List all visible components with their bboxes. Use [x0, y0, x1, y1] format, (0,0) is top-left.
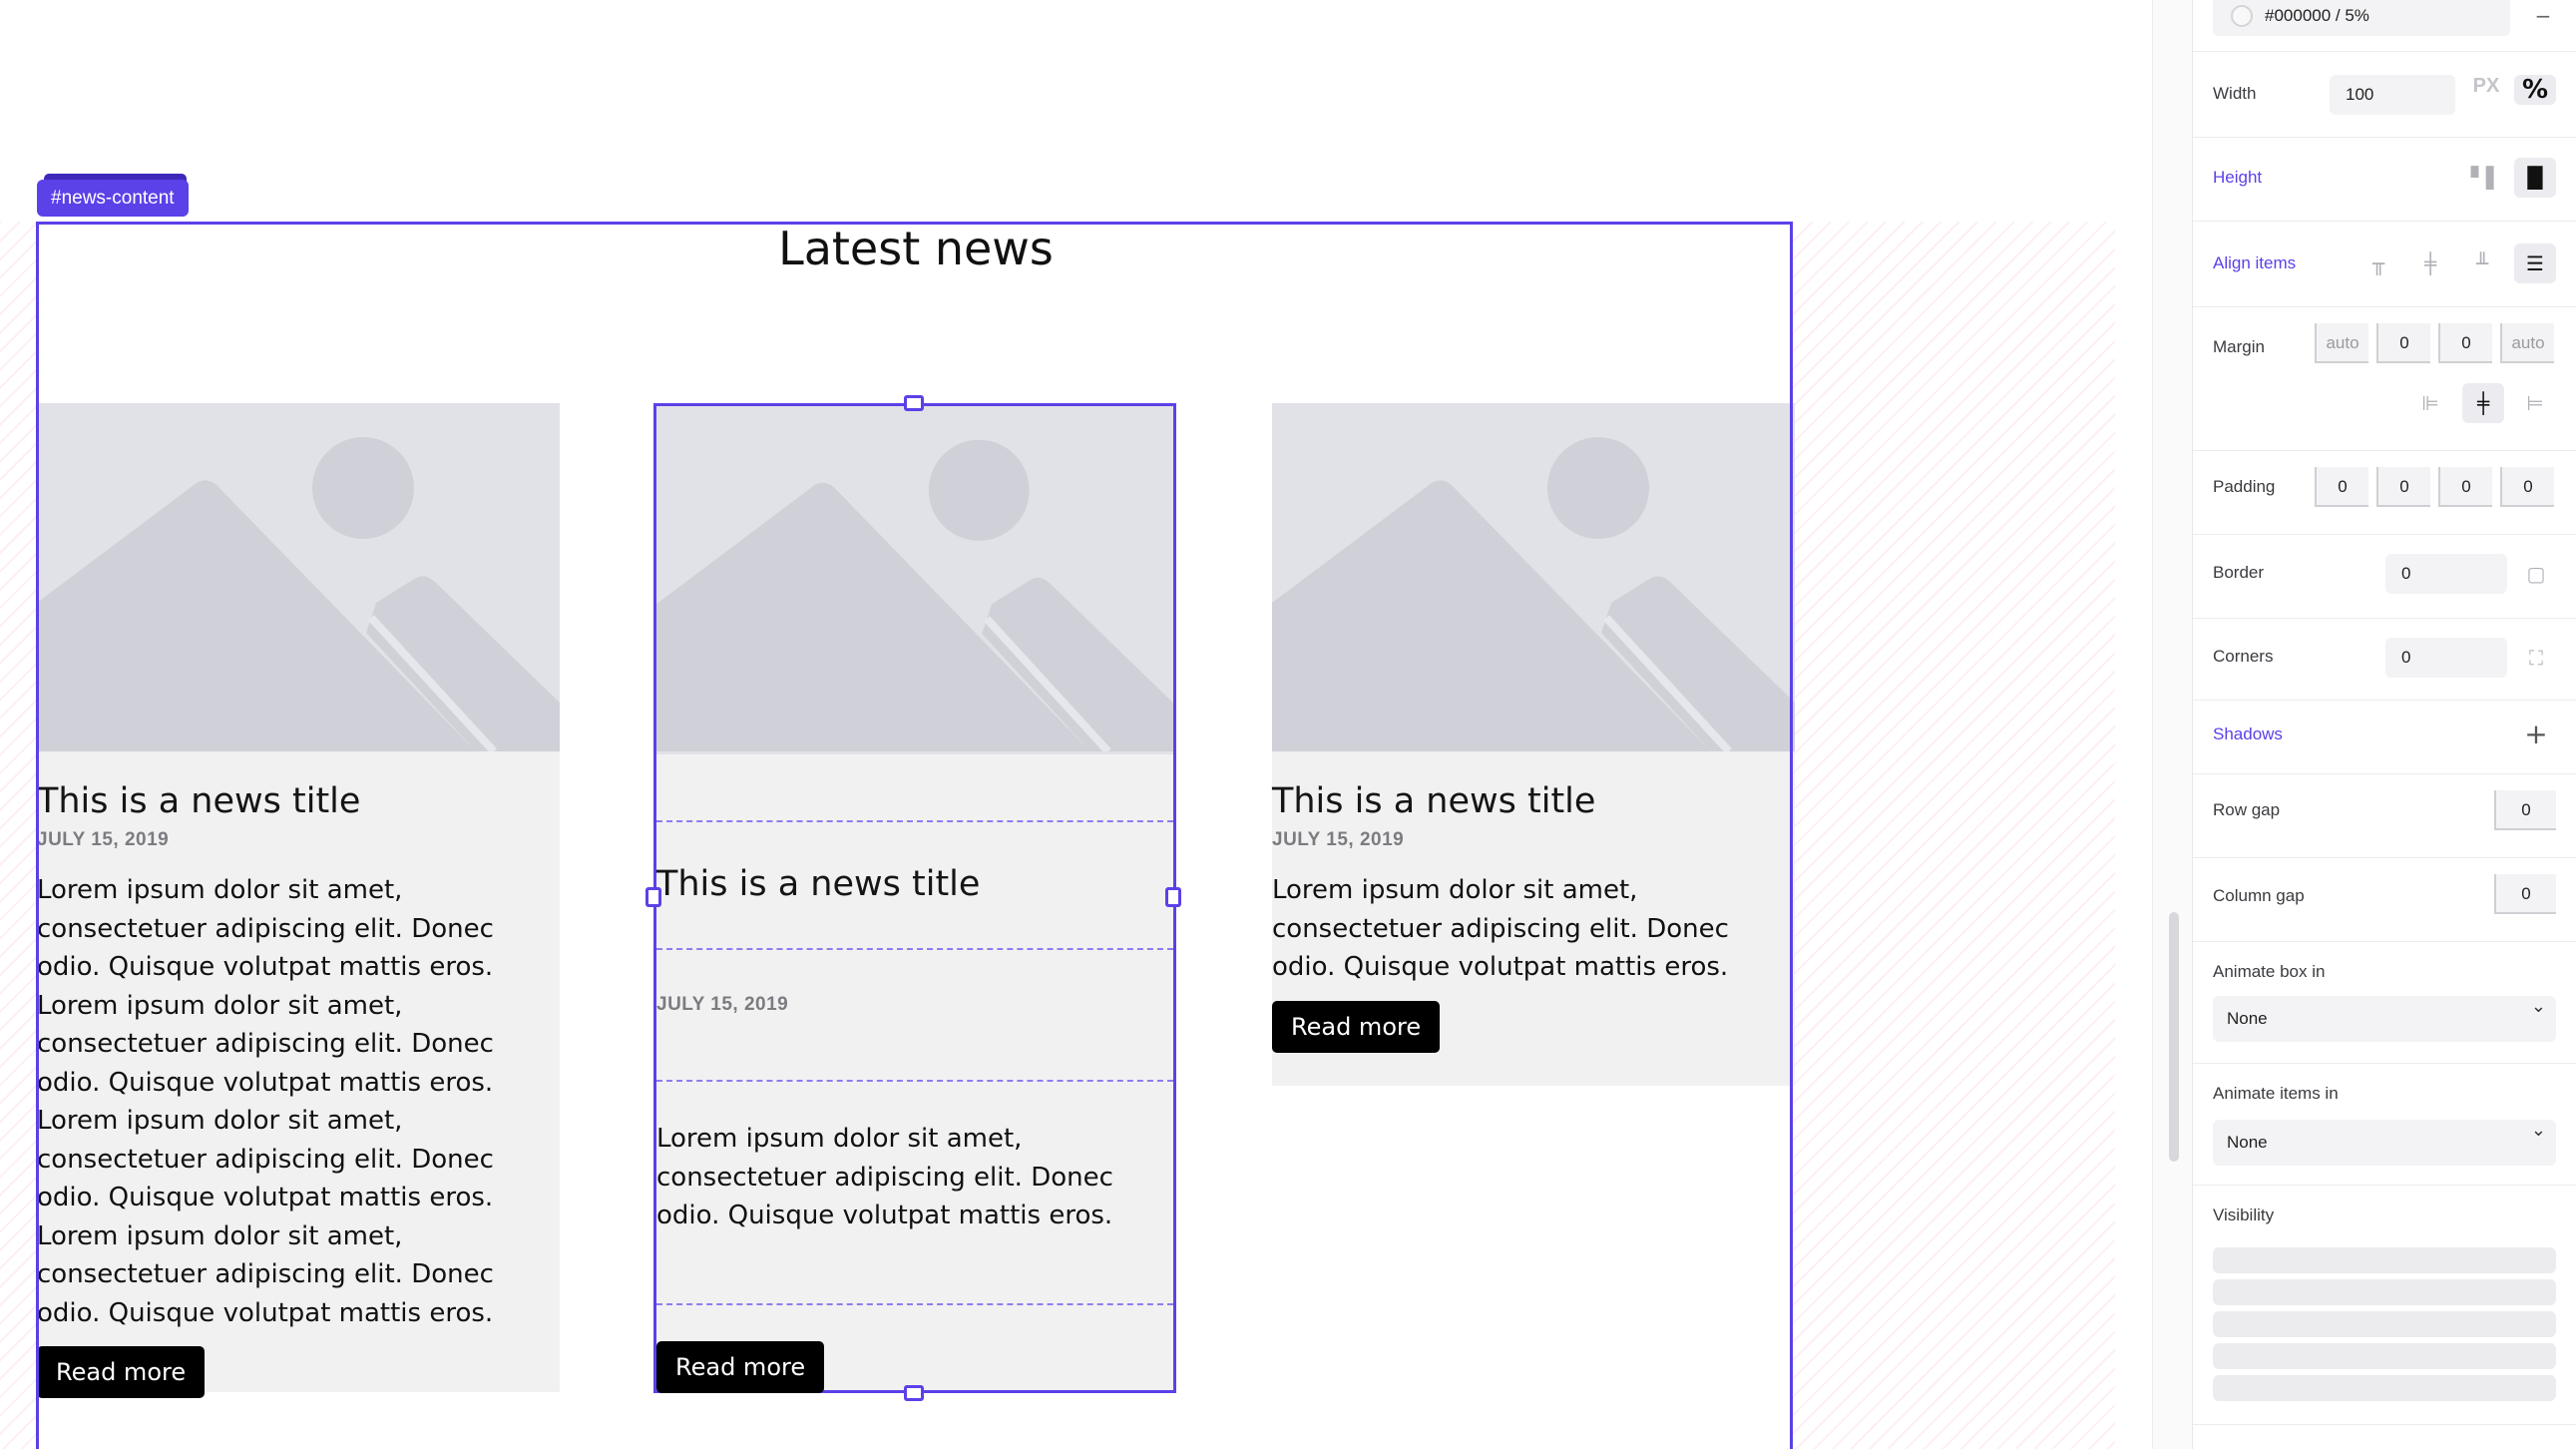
margin-bottom-input[interactable]: 0 [2438, 323, 2492, 363]
background-color-field[interactable]: #000000 / 5% [2213, 0, 2510, 36]
scrollbar-thumb[interactable] [2169, 912, 2179, 1162]
section-margin-hatch-left [0, 222, 36, 1449]
height-row: Height ▘▌ ▐▌ [2193, 138, 2576, 222]
align-bottom-icon[interactable]: ╨ [2462, 243, 2502, 283]
visibility-option-placeholder [2213, 1279, 2556, 1305]
visibility-label: Visibility [2213, 1206, 2275, 1224]
visibility-option-placeholder [2213, 1311, 2556, 1337]
width-input[interactable]: 100 [2330, 75, 2455, 115]
column-gap-input[interactable]: 0 [2494, 874, 2556, 914]
animate-items-label: Animate items in [2213, 1084, 2339, 1103]
height-label: Height [2213, 168, 2263, 187]
corners-row: Corners 0 ⛶ [2193, 619, 2576, 701]
shadows-label: Shadows [2213, 724, 2283, 743]
margin-left-input[interactable]: auto [2315, 323, 2368, 363]
margin-row: Margin auto 0 0 auto ⊫ ╪ ⊨ [2193, 307, 2576, 451]
padding-label: Padding [2213, 477, 2276, 496]
background-color-value: #000000 / 5% [2265, 6, 2369, 25]
design-canvas[interactable]: #news-content Latest news This is a news… [0, 0, 2152, 1449]
animate-box-label: Animate box in [2213, 962, 2326, 981]
column-gap-label: Column gap [2213, 886, 2305, 905]
animate-items-select[interactable]: None ⌄ [2213, 1120, 2556, 1166]
margin-right-input[interactable]: auto [2500, 323, 2554, 363]
padding-right-input[interactable]: 0 [2376, 467, 2430, 507]
align-self-center-icon[interactable]: ╪ [2462, 383, 2504, 423]
chevron-down-icon: ⌄ [2530, 996, 2546, 1017]
visibility-option-placeholder [2213, 1247, 2556, 1273]
unit-px-toggle[interactable]: PX [2466, 75, 2506, 98]
align-self-right-icon[interactable]: ⊨ [2514, 383, 2556, 423]
padding-row: Padding 0 0 0 0 [2193, 451, 2576, 535]
color-swatch-icon [2231, 5, 2253, 27]
padding-bottom-input[interactable]: 0 [2438, 467, 2492, 507]
border-input[interactable]: 0 [2385, 554, 2507, 594]
align-items-row: Align items ╥ ╪ ╨ ☰ [2193, 222, 2576, 307]
align-stretch-icon[interactable]: ☰ [2514, 243, 2556, 283]
align-items-label: Align items [2213, 253, 2297, 272]
align-top-icon[interactable]: ╥ [2359, 243, 2398, 283]
animate-items-value: None [2227, 1133, 2268, 1152]
visibility-option-placeholder [2213, 1375, 2556, 1401]
section-selection-frame [36, 222, 1793, 1449]
border-label: Border [2213, 563, 2265, 582]
padding-left-input[interactable]: 0 [2500, 467, 2554, 507]
align-self-left-icon[interactable]: ⊫ [2410, 383, 2450, 423]
shadows-row: Shadows + [2193, 701, 2576, 774]
remove-icon[interactable]: − [2528, 0, 2558, 36]
animate-box-row: Animate box in None ⌄ [2193, 942, 2576, 1064]
unit-percent-toggle[interactable]: % [2514, 75, 2556, 105]
border-row: Border 0 ▢ [2193, 535, 2576, 619]
visibility-row: Visibility [2193, 1186, 2576, 1425]
add-shadow-icon[interactable]: + [2518, 715, 2554, 754]
animate-items-row: Animate items in None ⌄ [2193, 1064, 2576, 1186]
style-panel: #000000 / 5% − Width 100 PX % Height ▘▌ … [2192, 0, 2576, 1449]
height-fill-icon[interactable]: ▐▌ [2514, 158, 2556, 198]
panel-scrollbar[interactable] [2152, 0, 2193, 1449]
corners-label: Corners [2213, 647, 2274, 666]
row-gap-row: Row gap 0 [2193, 774, 2576, 858]
chevron-down-icon: ⌄ [2530, 1120, 2546, 1141]
border-sides-icon[interactable]: ▢ [2516, 554, 2556, 594]
corners-input[interactable]: 0 [2385, 638, 2507, 678]
width-label: Width [2213, 84, 2257, 103]
visibility-option-placeholder [2213, 1343, 2556, 1369]
section-margin-hatch-right [1793, 222, 2115, 1449]
margin-label: Margin [2213, 337, 2265, 356]
width-row: Width 100 PX % [2193, 52, 2576, 138]
height-auto-icon[interactable]: ▘▌ [2466, 158, 2506, 198]
animate-box-value: None [2227, 1009, 2268, 1028]
row-gap-label: Row gap [2213, 800, 2281, 819]
column-gap-row: Column gap 0 [2193, 858, 2576, 942]
selection-tag[interactable]: #news-content [37, 180, 189, 217]
padding-top-input[interactable]: 0 [2315, 467, 2368, 507]
background-row: #000000 / 5% − [2193, 0, 2576, 52]
align-center-icon[interactable]: ╪ [2410, 243, 2450, 283]
animate-box-select[interactable]: None ⌄ [2213, 996, 2556, 1042]
corners-expand-icon[interactable]: ⛶ [2516, 638, 2556, 678]
row-gap-input[interactable]: 0 [2494, 790, 2556, 830]
margin-top-input[interactable]: 0 [2376, 323, 2430, 363]
